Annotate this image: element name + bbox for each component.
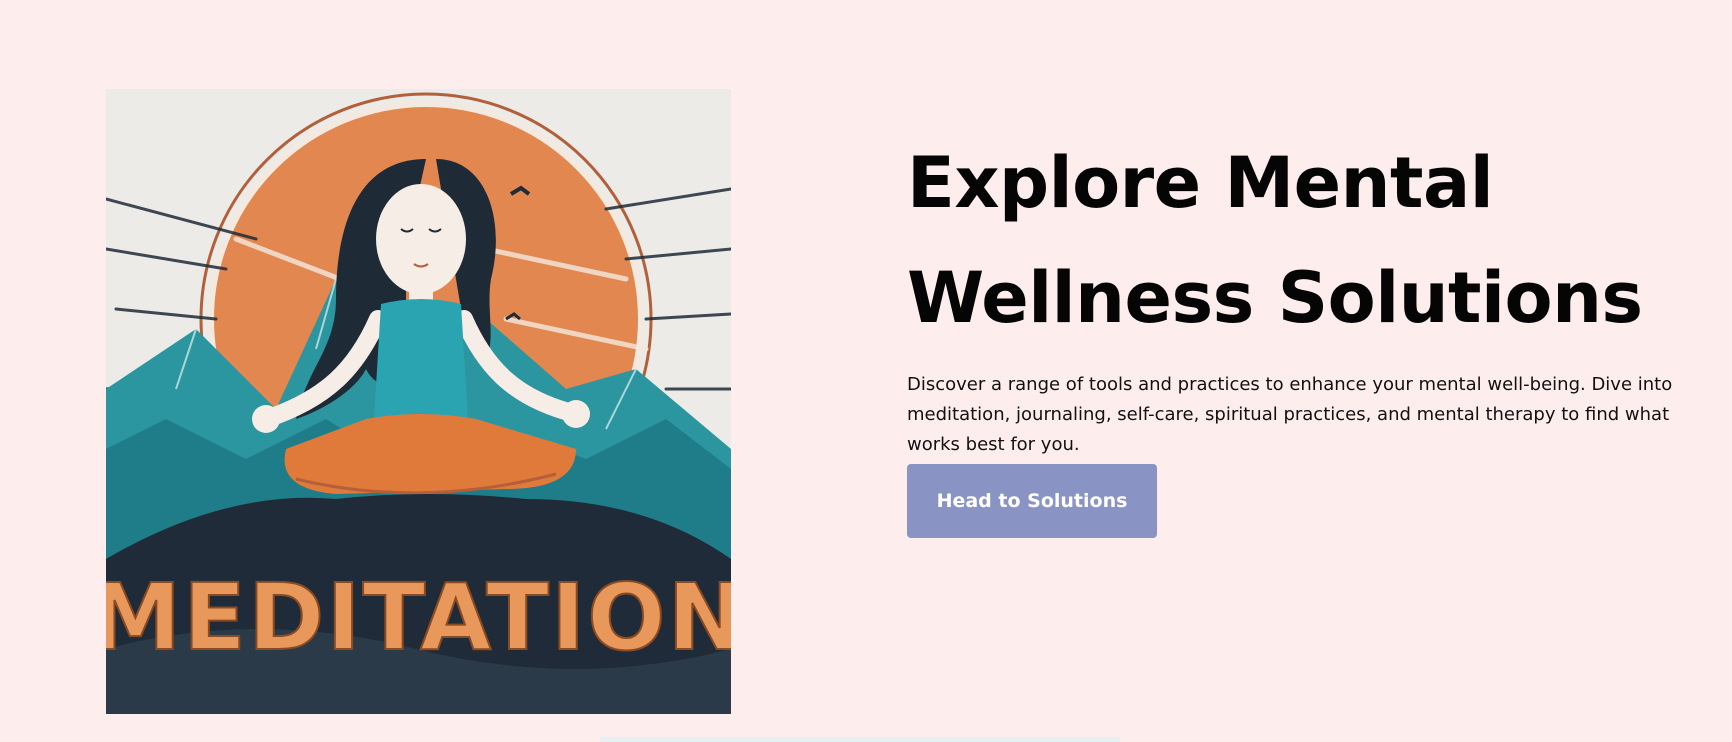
page: MEDITATION Explore Mental Wellness Solut…	[0, 0, 1732, 742]
head-to-solutions-button[interactable]: Head to Solutions	[907, 464, 1157, 538]
hero-title: Explore Mental Wellness Solutions	[907, 142, 1643, 339]
meditation-illustration: MEDITATION	[106, 89, 731, 714]
meditation-illustration-graphic: MEDITATION	[106, 89, 731, 714]
meditation-art-text: MEDITATION	[106, 564, 731, 671]
hero-text-block: Explore Mental Wellness Solutions Discov…	[907, 126, 1697, 538]
hero-description: Discover a range of tools and practices …	[907, 374, 1673, 455]
next-section-edge	[600, 737, 1120, 742]
